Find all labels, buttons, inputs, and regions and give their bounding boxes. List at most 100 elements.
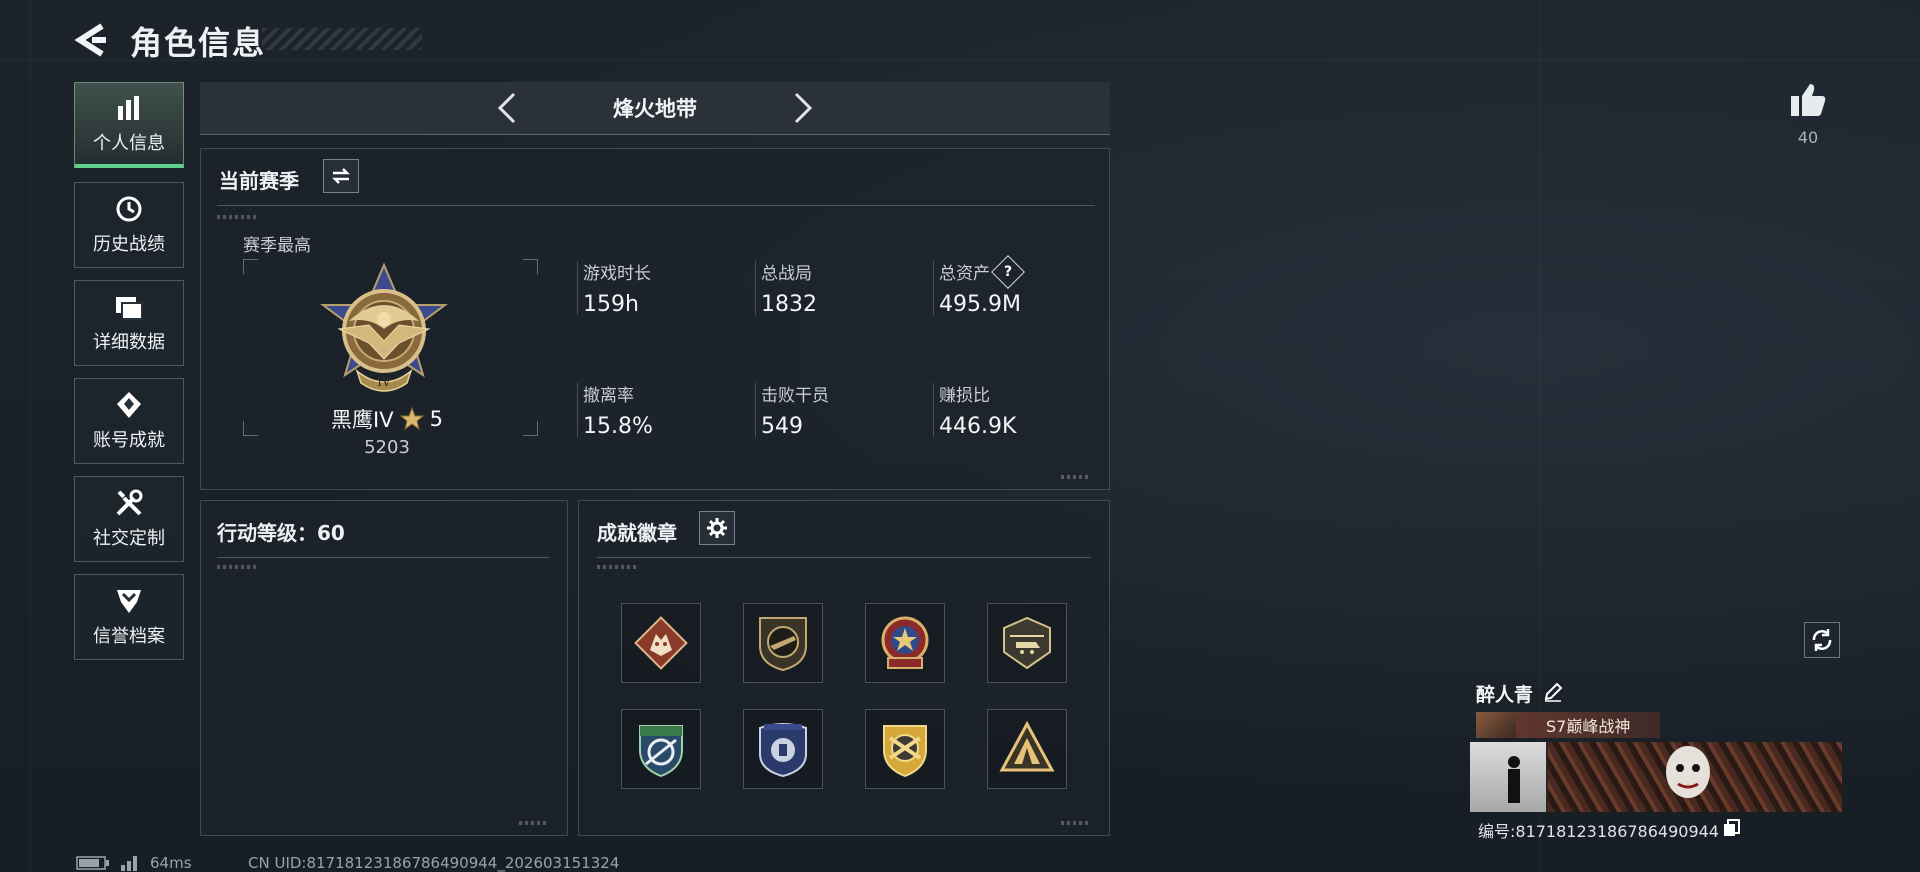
divider-decoration	[597, 565, 637, 569]
panel-decoration	[1061, 821, 1091, 825]
refresh-button[interactable]	[1804, 622, 1840, 658]
title-decoration	[262, 28, 422, 50]
sidebar-item-label: 个人信息	[93, 132, 165, 154]
rank-points: 5203	[364, 437, 410, 458]
signal-icon	[121, 856, 137, 871]
police-badge-icon[interactable]	[743, 709, 823, 789]
tools-icon	[114, 488, 144, 518]
tent-badge-icon[interactable]	[987, 709, 1067, 789]
season-title: 当前赛季	[219, 169, 299, 193]
banner-art	[1548, 742, 1842, 812]
wolf-badge-icon[interactable]	[621, 603, 701, 683]
action-level-label: 行动等级：60	[217, 521, 345, 545]
uid-label: CN UID:81718123186786490944_202603151324	[248, 854, 620, 872]
stat-value: 446.9K	[939, 414, 1017, 439]
copy-id-button[interactable]	[1723, 819, 1741, 841]
switch-season-button[interactable]	[323, 159, 359, 193]
frame-corner	[523, 421, 538, 436]
stat-label: 总资产	[939, 264, 990, 284]
page-title: 角色信息	[130, 24, 267, 62]
crosshair-badge-icon[interactable]	[621, 709, 701, 789]
player-id-row: 编号:81718123186786490944	[1478, 818, 1741, 842]
pencil-icon	[1544, 682, 1563, 702]
mask-figure-icon	[1666, 746, 1710, 798]
like-count: 40	[1797, 128, 1819, 147]
stat-play-time: 游戏时长 159h	[577, 259, 651, 317]
achievements-panel: 成就徽章	[578, 500, 1110, 836]
back-button[interactable]	[74, 22, 114, 58]
chevron-left-icon	[497, 92, 516, 124]
rank-line: 黑鹰IV 5	[307, 404, 467, 434]
star-badge-icon[interactable]	[865, 603, 945, 683]
stat-label: 撤离率	[583, 386, 634, 406]
battery-icon	[76, 856, 109, 870]
back-arrow-icon	[74, 23, 106, 57]
refresh-icon	[1812, 629, 1832, 651]
stat-label: 击败干员	[761, 386, 829, 406]
gear-icon	[707, 518, 727, 538]
grid-line	[30, 0, 31, 872]
sidebar-item-personal-info[interactable]: 个人信息	[74, 82, 184, 168]
panel-decoration	[1061, 475, 1091, 479]
rank-name: 黑鹰IV	[331, 408, 394, 432]
divider-decoration	[217, 215, 257, 219]
gold-cross-badge-icon[interactable]	[865, 709, 945, 789]
rank-stars: 5	[429, 407, 443, 431]
stat-value: 15.8%	[583, 414, 653, 439]
chevron-right-icon	[794, 92, 813, 124]
title-badge-text: S7巅峰战神	[1546, 717, 1631, 736]
thumbs-up-icon	[1791, 84, 1826, 116]
stat-total-assets: 总资产 ? 495.9M	[933, 254, 1025, 317]
stat-value: 159h	[583, 292, 639, 317]
sidebar-item-achievements[interactable]: 账号成就	[74, 378, 184, 464]
helicopter-badge-icon[interactable]	[987, 603, 1067, 683]
profile-banner	[1470, 742, 1842, 812]
stat-value: 495.9M	[939, 292, 1021, 317]
player-id: 编号:81718123186786490944	[1478, 822, 1719, 841]
stat-extraction-rate: 撤离率 15.8%	[577, 381, 653, 439]
sidebar-item-history[interactable]: 历史战绩	[74, 182, 184, 268]
shield-rank-icon	[114, 586, 144, 616]
divider-decoration	[217, 565, 257, 569]
sidebar-item-details[interactable]: 详细数据	[74, 280, 184, 366]
sidebar-item-social[interactable]: 社交定制	[74, 476, 184, 562]
achievement-icon	[114, 390, 144, 420]
prev-mode-button[interactable]	[490, 90, 526, 126]
stat-label: 赚损比	[939, 386, 990, 406]
section-divider	[597, 557, 1091, 558]
frame-corner	[243, 421, 258, 436]
stat-operators-defeated: 击败干员 549	[755, 381, 829, 439]
edit-name-button[interactable]	[1543, 682, 1563, 706]
stat-label: 游戏时长	[583, 264, 651, 284]
sidebar-item-label: 详细数据	[93, 332, 165, 353]
achievements-title: 成就徽章	[597, 521, 677, 545]
star-icon	[399, 407, 424, 431]
silhouette-icon	[1508, 756, 1520, 803]
achievements-settings-button[interactable]	[699, 511, 735, 545]
banner-left-panel	[1470, 742, 1546, 812]
panel-decoration	[519, 821, 549, 825]
season-peak-label: 赛季最高	[243, 236, 311, 256]
grid-line	[0, 60, 1920, 61]
season-panel: 当前赛季 赛季最高 IV 黑鹰IV 5 5203 游戏时长 159h 总战局 1…	[200, 148, 1110, 490]
mode-selector: 烽火地带	[200, 82, 1110, 135]
rifle-badge-icon[interactable]	[743, 603, 823, 683]
help-mark: ?	[1003, 263, 1013, 280]
help-icon[interactable]: ?	[991, 254, 1025, 289]
frame-corner	[523, 259, 538, 274]
sidebar-item-label: 社交定制	[93, 528, 165, 549]
title-badge: S7巅峰战神	[1476, 712, 1660, 738]
stat-value: 1832	[761, 292, 817, 317]
title-badge-emblem	[1476, 712, 1516, 738]
next-mode-button[interactable]	[784, 90, 820, 126]
ping-value: 64ms	[150, 854, 192, 872]
stat-total-matches: 总战局 1832	[755, 259, 817, 317]
sidebar-item-reputation[interactable]: 信誉档案	[74, 574, 184, 660]
like-button[interactable]	[1788, 80, 1828, 120]
sidebar-item-label: 历史战绩	[93, 234, 165, 255]
stat-label: 总战局	[761, 264, 812, 284]
history-icon	[114, 194, 144, 224]
section-divider	[217, 557, 549, 558]
folders-icon	[114, 292, 144, 322]
stat-value: 549	[761, 414, 803, 439]
